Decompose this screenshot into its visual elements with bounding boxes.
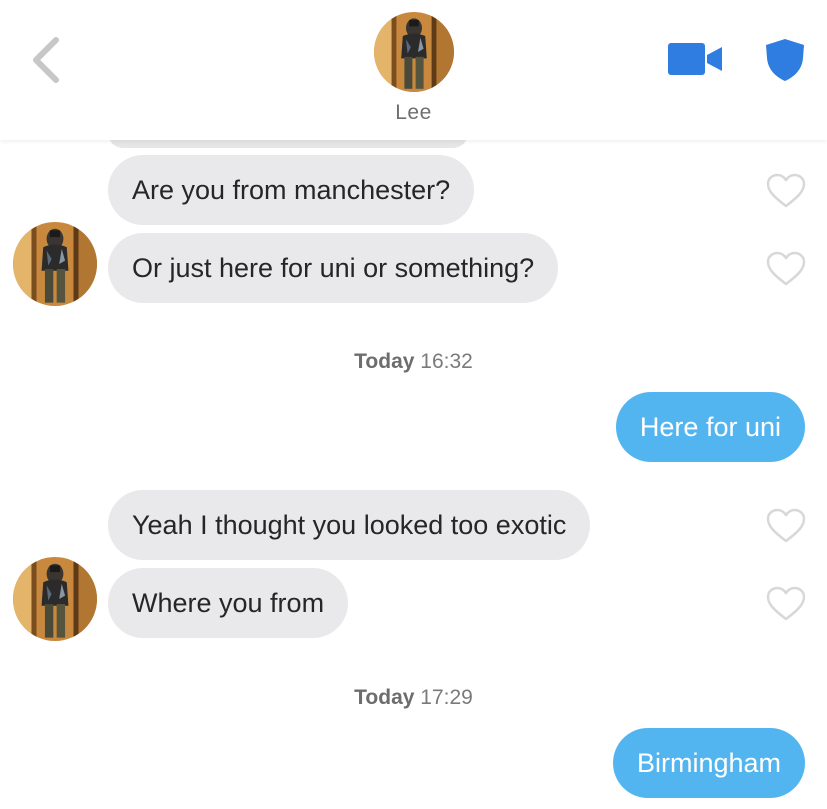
message-text: Birmingham [636, 748, 781, 778]
shield-icon [766, 39, 804, 81]
incoming-message[interactable]: Are you from manchester? [108, 155, 475, 225]
chat-header: Lee [0, 0, 827, 140]
timestamp-day: Today [354, 350, 415, 373]
chevron-left-icon [33, 37, 59, 83]
video-camera-icon [668, 43, 722, 75]
incoming-message[interactable]: Or just here for uni or something? [108, 233, 559, 303]
heart-icon [766, 586, 806, 621]
heart-icon [766, 251, 806, 286]
message-text: Here for uni [639, 412, 781, 442]
heart-icon [766, 173, 806, 208]
message-text: Or just here for uni or something? [132, 253, 535, 283]
message-timestamp: Today 17:29 [0, 686, 827, 710]
contact-avatar[interactable] [374, 12, 454, 92]
message-timestamp: Today 16:32 [0, 350, 827, 374]
message-text: Yeah I thought you looked too exotic [132, 510, 567, 540]
back-button[interactable] [28, 36, 64, 84]
like-button[interactable] [766, 251, 806, 287]
like-button[interactable] [766, 508, 806, 544]
heart-icon [766, 508, 806, 543]
contact-name[interactable]: Lee [0, 101, 827, 125]
message-text: Are you from manchester? [132, 175, 451, 205]
safety-shield-button[interactable] [765, 38, 805, 82]
sender-avatar[interactable] [13, 557, 97, 641]
incoming-message[interactable]: Yeah I thought you looked too exotic [108, 490, 591, 560]
video-call-button[interactable] [668, 43, 722, 75]
outgoing-message[interactable]: Here for uni [615, 392, 805, 462]
timestamp-day: Today [354, 686, 415, 709]
timestamp-time: 16:32 [420, 350, 473, 373]
outgoing-message[interactable]: Birmingham [612, 728, 805, 798]
profile-photo [13, 222, 97, 306]
like-button[interactable] [766, 586, 806, 622]
timestamp-time: 17:29 [420, 686, 473, 709]
message-text: Where you from [132, 588, 325, 618]
sender-avatar[interactable] [13, 222, 97, 306]
like-button[interactable] [766, 173, 806, 209]
incoming-message[interactable]: Where you from [108, 568, 349, 638]
profile-photo [13, 557, 97, 641]
profile-photo [374, 12, 454, 92]
